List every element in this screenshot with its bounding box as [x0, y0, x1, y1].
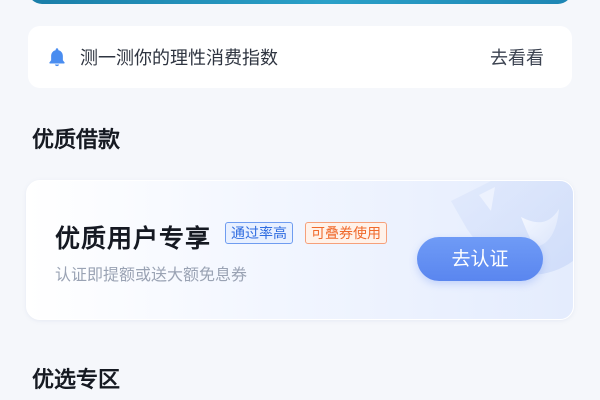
- bell-icon: [49, 48, 65, 67]
- section-title-preferred-zone: 优选专区: [32, 368, 121, 393]
- tag-stackable-coupon: 可叠券使用: [305, 222, 387, 244]
- page: 测一测你的理性消费指数 去看看 优质借款 优质用户专享 通过率高 可叠券使用 认…: [0, 0, 600, 400]
- tag-high-approval: 通过率高: [225, 222, 293, 244]
- section-title-premium-loan: 优质借款: [32, 128, 121, 153]
- notice-text: 测一测你的理性消费指数: [80, 48, 278, 69]
- card-subtitle: 认证即提额或送大额免息券: [55, 265, 248, 284]
- go-see-link[interactable]: 去看看: [490, 44, 544, 70]
- consumption-index-notice[interactable]: 测一测你的理性消费指数 去看看: [28, 26, 572, 88]
- premium-user-card[interactable]: 优质用户专享 通过率高 可叠券使用 认证即提额或送大额免息券 去认证: [26, 180, 574, 320]
- verify-button[interactable]: 去认证: [417, 237, 543, 281]
- top-banner[interactable]: [28, 0, 572, 4]
- card-title: 优质用户专享: [55, 224, 212, 253]
